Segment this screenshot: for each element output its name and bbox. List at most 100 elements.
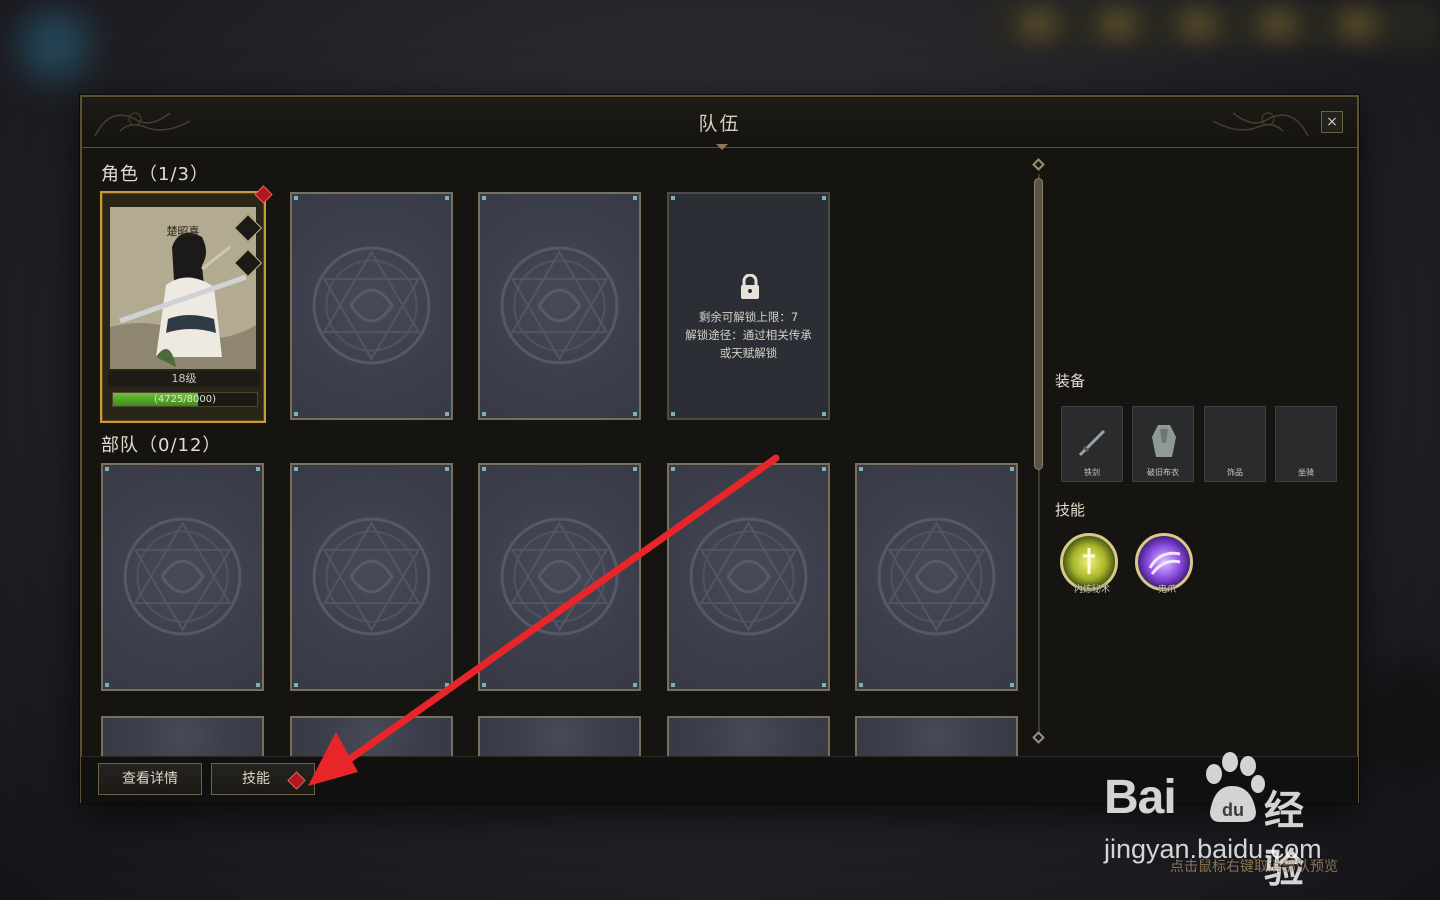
troop-slot-empty[interactable] [478,463,641,691]
card-corner [482,412,486,416]
locked-slot-line2: 解锁途径：通过相关传承 [685,328,812,342]
hero-portrait: 楚昭喜 [110,207,256,369]
troop-slot-empty[interactable] [855,463,1018,691]
equip-slot-label: 铁剑 [1084,468,1100,477]
card-corner [105,467,109,471]
locked-slot-text: 剩余可解锁上限：7 解锁途径：通过相关传承 或天赋解锁 [669,308,828,362]
card-corner [671,467,675,471]
watermark-brand: Bai [1104,771,1177,824]
card-corner [633,412,637,416]
card-corner [822,683,826,687]
skill-label: 内炼秘术 [1073,585,1110,595]
card-corner [633,683,637,687]
troop-slot-partial[interactable] [855,716,1018,756]
troop-slot-partial[interactable] [478,716,641,756]
role-slot-empty[interactable] [290,192,453,420]
sword-icon [1078,429,1106,457]
hero-name: 楚昭喜 [166,225,200,238]
locked-slot-line1: 剩余可解锁上限：7 [698,310,799,324]
card-corner [445,683,449,687]
card-emblem-icon [500,246,619,365]
scroll-up-icon[interactable] [1032,158,1045,171]
preview-cancel-hint: 点击鼠标右键取消部队预览 [1170,859,1338,875]
equip-slot-armor[interactable]: 破旧布衣 [1132,406,1194,482]
background-blur [1370,660,1440,780]
card-corner [482,683,486,687]
background-topbar [980,0,1440,50]
background-blur [20,10,90,80]
title-caret-icon [716,144,728,150]
troops-title: 部队（0/12） [101,435,222,456]
card-corner [633,196,637,200]
skills-button-label: 技能 [242,771,270,787]
window-header: 队伍 × [82,97,1357,148]
inner-technique-icon [1083,548,1095,574]
card-emblem-icon [312,246,431,365]
equipment-title: 装备 [1055,372,1086,390]
skills-title: 技能 [1055,501,1086,519]
card-corner [294,467,298,471]
troop-slot-empty[interactable] [667,463,830,691]
hero-exp-text: (4725/8000) [153,394,217,405]
skill-label: 鬼爪 [1157,585,1176,595]
troop-slot-partial[interactable] [290,716,453,756]
card-corner [822,467,826,471]
card-corner [294,412,298,416]
card-corner [256,683,260,687]
equip-slot-mount[interactable]: 坐骑 [1275,406,1337,482]
equip-slot-accessory[interactable]: 饰品 [1204,406,1266,482]
card-emblem-icon [500,517,619,636]
equip-slot-weapon[interactable]: 铁剑 [1061,406,1123,482]
card-corner [822,412,826,416]
troop-slot-empty[interactable] [101,463,264,691]
hero-level: 18级 [108,371,260,387]
scroll-down-icon[interactable] [1032,731,1045,744]
card-corner [294,196,298,200]
card-corner [671,683,675,687]
card-corner [445,412,449,416]
card-corner [482,467,486,471]
equip-slot-label: 坐骑 [1298,468,1314,477]
card-emblem-icon [312,517,431,636]
card-emblem-icon [689,517,808,636]
lock-icon [741,274,759,299]
card-corner [1010,683,1014,687]
equip-slot-label: 破旧布衣 [1147,468,1179,477]
hero-exp-bar: (4725/8000) [112,392,258,407]
card-corner [445,196,449,200]
card-corner [633,467,637,471]
paw-text: du [1222,800,1244,820]
card-corner [445,467,449,471]
card-corner [1010,467,1014,471]
card-corner [671,196,675,200]
view-details-button[interactable]: 查看详情 [98,763,202,795]
scroll-thumb[interactable] [1034,178,1043,470]
cloth-armor-icon [1152,425,1176,457]
locked-slot-line3: 或天赋解锁 [719,346,778,360]
equip-slot-label: 饰品 [1227,468,1243,477]
card-corner [822,196,826,200]
card-emblem-icon [123,517,242,636]
hero-card[interactable]: 楚昭喜 18级 (4725/8000) [100,191,266,423]
card-corner [859,467,863,471]
skill-inner-technique[interactable]: 内炼秘术 [1060,533,1118,595]
roles-title: 角色（1/3） [101,164,209,185]
card-corner [482,196,486,200]
ghost-claw-icon [1148,551,1181,575]
skill-ghost-claw[interactable]: 鬼爪 [1135,533,1193,595]
window-title: 队伍 [698,113,741,135]
card-corner [256,467,260,471]
troop-slot-partial[interactable] [101,716,264,756]
card-corner [294,683,298,687]
card-corner [105,683,109,687]
troop-slot-empty[interactable] [290,463,453,691]
card-scrollbar[interactable] [1032,158,1045,744]
role-slot-locked[interactable]: 剩余可解锁上限：7 解锁途径：通过相关传承 或天赋解锁 [667,192,830,420]
paw-logo-icon: du [1206,752,1265,822]
troop-slot-partial[interactable] [667,716,830,756]
close-button[interactable]: × [1321,111,1343,133]
role-slot-empty[interactable] [478,192,641,420]
card-corner [671,412,675,416]
card-corner [859,683,863,687]
card-emblem-icon [877,517,996,636]
